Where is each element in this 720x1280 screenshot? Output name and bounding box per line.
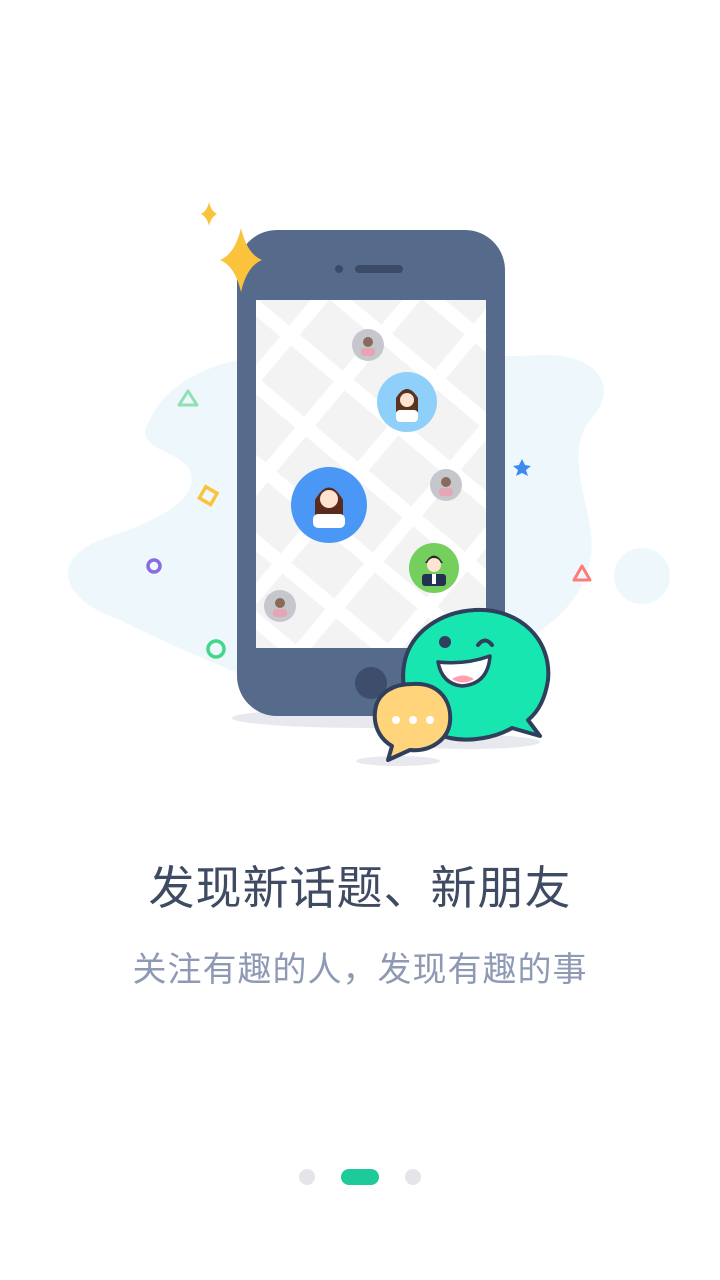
- avatar-blue: [291, 467, 367, 543]
- avatar-gray-2: [430, 469, 462, 501]
- avatar-gray-3: [264, 590, 296, 622]
- avatar-light-blue: [377, 372, 437, 432]
- avatar-gray-1: [352, 329, 384, 361]
- sparkle-small-icon: [201, 202, 217, 226]
- page-dot-2[interactable]: [341, 1169, 379, 1185]
- avatar-green: [409, 543, 459, 593]
- onboarding-screen: 发现新话题、新朋友 关注有趣的人，发现有趣的事: [0, 0, 720, 1280]
- onboarding-subtitle: 关注有趣的人，发现有趣的事: [132, 950, 588, 990]
- onboarding-title: 发现新话题、新朋友: [148, 861, 572, 915]
- chat-bubble-small-icon: [372, 681, 453, 762]
- background-circle: [614, 548, 670, 604]
- page-dot-3[interactable]: [405, 1169, 421, 1185]
- phone-speaker: [355, 265, 403, 273]
- hero-illustration: [67, 202, 670, 766]
- phone-camera: [335, 265, 343, 273]
- page-dot-1[interactable]: [299, 1169, 315, 1185]
- page-indicator: [0, 1168, 720, 1186]
